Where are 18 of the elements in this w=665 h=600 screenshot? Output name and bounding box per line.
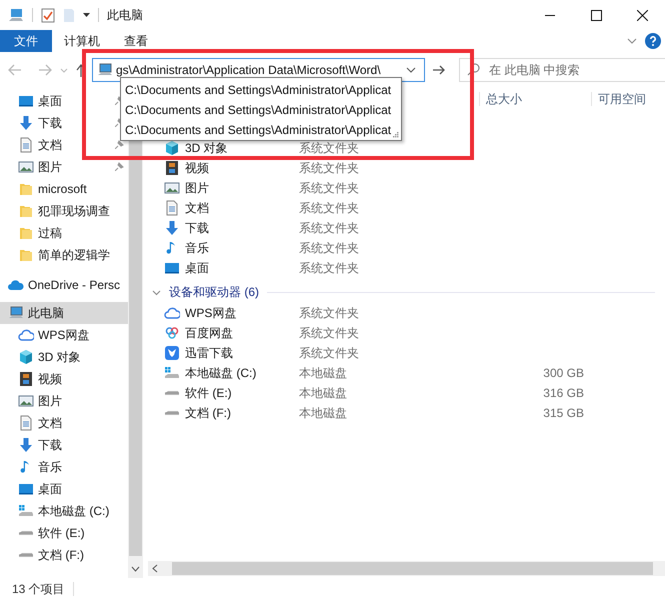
size-cell-text: 300 GB <box>542 366 584 380</box>
size-cell-text: 316 GB <box>542 386 584 400</box>
type-cell-text: 本地磁盘 <box>299 366 348 380</box>
size-cell-text: 315 GB <box>542 406 584 420</box>
type-cell-text: 本地磁盘 <box>299 406 348 420</box>
type-cell-text: 系统文件夹 <box>299 260 360 276</box>
window-title: 此电脑 <box>107 8 143 22</box>
type-cell-text: 系统文件夹 <box>299 306 360 320</box>
type-cell-text: 系统文件夹 <box>299 160 360 176</box>
type-cell-text: 系统文件夹 <box>299 326 360 340</box>
item-count: 13 个项目 <box>12 582 65 596</box>
type-cell-text: 系统文件夹 <box>299 240 360 256</box>
type-cell-text: 本地磁盘 <box>299 386 348 400</box>
type-cell-text: 系统文件夹 <box>299 346 360 360</box>
type-cell-text: 系统文件夹 <box>299 200 360 216</box>
type-cell-text: 系统文件夹 <box>299 220 360 236</box>
type-cell-text: 系统文件夹 <box>299 140 360 156</box>
type-cell-text: 系统文件夹 <box>299 180 360 196</box>
